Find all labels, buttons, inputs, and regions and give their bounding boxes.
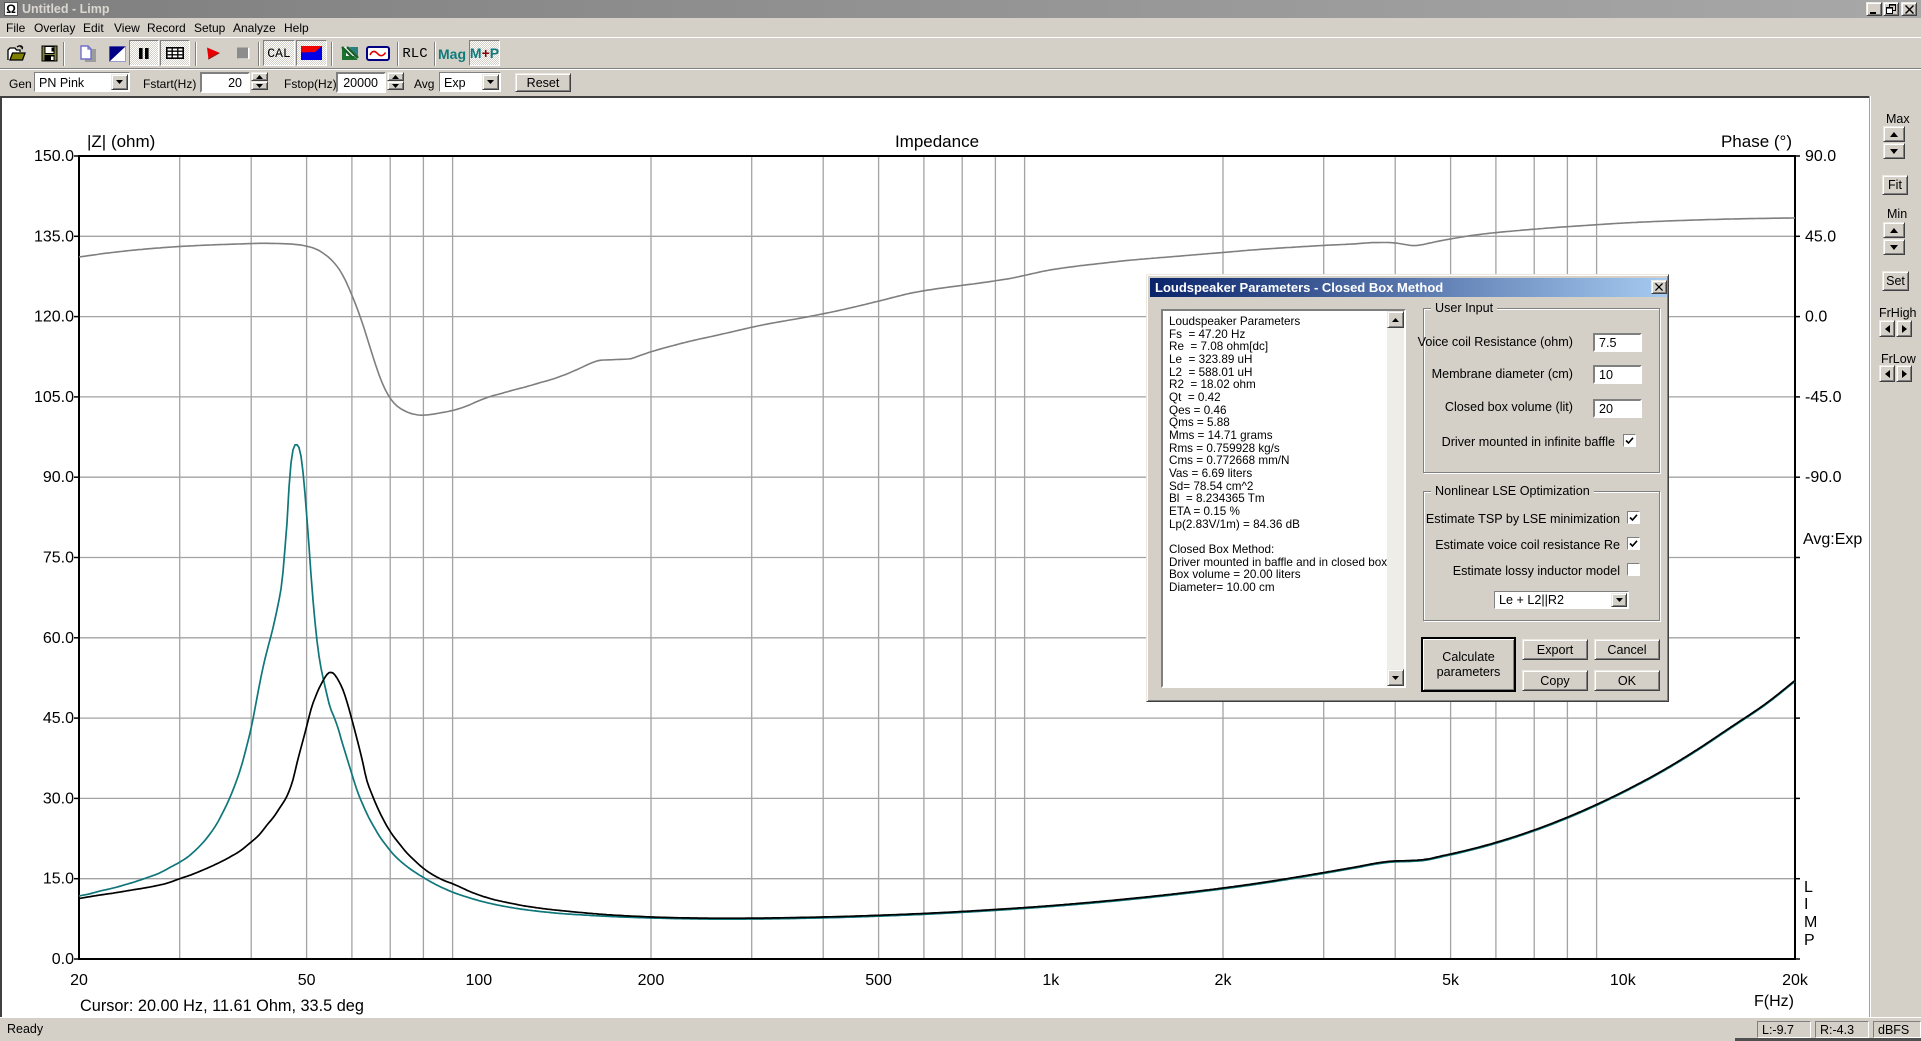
svg-text:30.0: 30.0 <box>43 790 74 807</box>
svg-text:Avg:Exp: Avg:Exp <box>1803 531 1862 548</box>
svg-text:120.0: 120.0 <box>34 309 74 326</box>
svg-text:50: 50 <box>298 972 316 989</box>
svg-text:|Z| (ohm): |Z| (ohm) <box>87 132 155 151</box>
svg-text:20k: 20k <box>1782 972 1809 989</box>
svg-text:150.0: 150.0 <box>34 148 74 165</box>
svg-text:135.0: 135.0 <box>34 228 74 245</box>
svg-text:Phase (°): Phase (°) <box>1721 132 1792 151</box>
svg-text:0.0: 0.0 <box>1805 309 1827 326</box>
svg-text:20: 20 <box>70 972 88 989</box>
svg-text:90.0: 90.0 <box>1805 148 1836 165</box>
svg-text:5k: 5k <box>1442 972 1460 989</box>
svg-text:Cursor: 20.00 Hz, 11.61 Ohm, 3: Cursor: 20.00 Hz, 11.61 Ohm, 33.5 deg <box>80 997 364 1015</box>
svg-text:10k: 10k <box>1610 972 1637 989</box>
svg-text:200: 200 <box>638 972 665 989</box>
svg-text:90.0: 90.0 <box>43 469 74 486</box>
svg-text:F(Hz): F(Hz) <box>1754 993 1794 1010</box>
svg-text:L: L <box>1804 879 1813 896</box>
svg-text:-45.0: -45.0 <box>1805 389 1842 406</box>
svg-text:60.0: 60.0 <box>43 630 74 647</box>
svg-text:500: 500 <box>865 972 892 989</box>
svg-text:M: M <box>1804 914 1817 931</box>
svg-text:45.0: 45.0 <box>43 710 74 727</box>
svg-text:75.0: 75.0 <box>43 550 74 567</box>
svg-text:100: 100 <box>465 972 492 989</box>
svg-text:2k: 2k <box>1215 972 1233 989</box>
svg-text:P: P <box>1804 932 1815 949</box>
svg-text:Impedance: Impedance <box>895 132 979 151</box>
svg-text:0.0: 0.0 <box>52 951 74 968</box>
svg-text:-90.0: -90.0 <box>1805 469 1842 486</box>
svg-text:1k: 1k <box>1042 972 1060 989</box>
svg-text:15.0: 15.0 <box>43 871 74 888</box>
svg-text:I: I <box>1804 896 1808 913</box>
svg-text:105.0: 105.0 <box>34 389 74 406</box>
svg-text:45.0: 45.0 <box>1805 228 1836 245</box>
